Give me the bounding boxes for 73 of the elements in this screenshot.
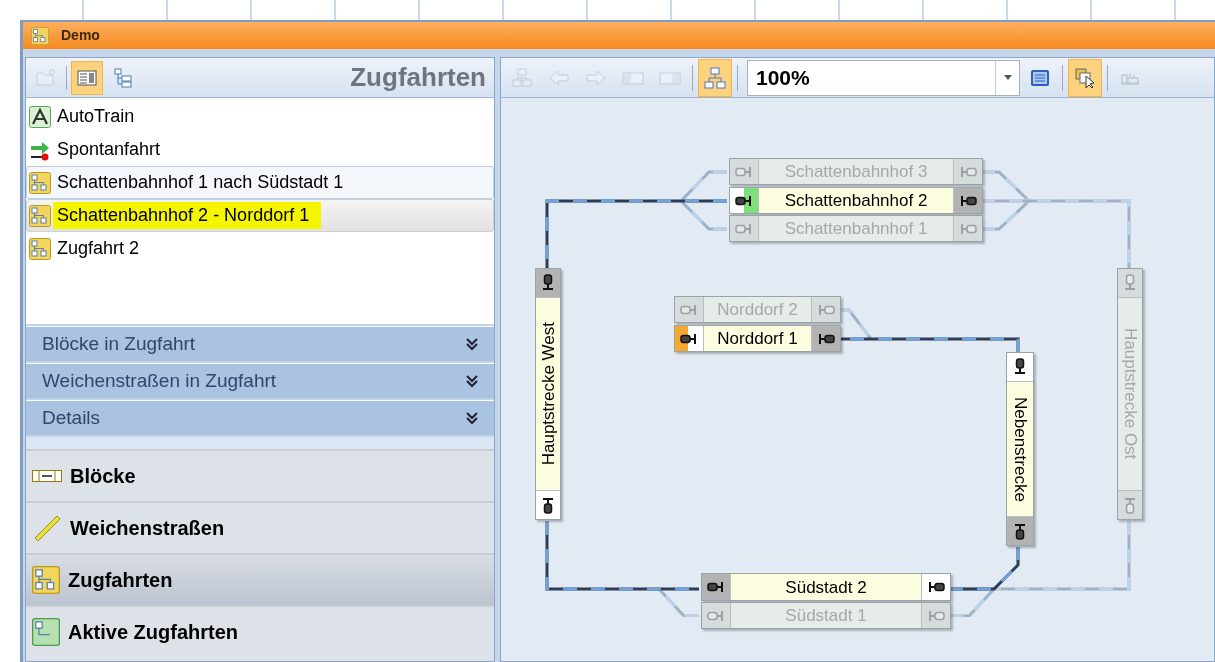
network-icon xyxy=(511,66,533,89)
buffer-stop-icon xyxy=(922,574,950,600)
buffer-stop-icon xyxy=(702,603,730,628)
hierarchy-icon xyxy=(704,66,726,89)
route-name: AutoTrain xyxy=(57,105,135,128)
panel-title: Zugfahrten xyxy=(350,61,487,94)
section-header[interactable]: Details xyxy=(26,400,494,435)
route-icon xyxy=(32,566,60,594)
route-list-item[interactable]: Spontanfahrt xyxy=(26,133,494,166)
toolbar-button[interactable] xyxy=(71,60,103,95)
buffer-stop-icon xyxy=(675,297,703,322)
buffer-stop-icon xyxy=(954,159,982,184)
route-name: Schattenbahnhof 2 - Norddorf 1 xyxy=(53,202,322,229)
block-label: Norddorf 2 xyxy=(717,301,798,318)
block-icon xyxy=(32,470,62,482)
folder-icon xyxy=(35,66,57,89)
track-block[interactable]: Hauptstrecke West xyxy=(535,268,561,520)
buffer-stop-icon xyxy=(702,574,730,600)
route-list-item[interactable]: Schattenbahnhof 1 nach Südstadt 1 xyxy=(26,166,494,199)
toolbar-button[interactable] xyxy=(698,58,732,97)
route-list-item[interactable]: Schattenbahnhof 2 - Norddorf 1 xyxy=(26,199,494,232)
tree-view-icon xyxy=(112,66,134,89)
zoom-combobox[interactable]: 100% xyxy=(747,59,1020,96)
block-label: Nebenstrecke xyxy=(1011,396,1029,502)
buffer-stop-icon xyxy=(1118,491,1142,519)
chevrons-down-icon xyxy=(466,374,478,388)
letter-a-icon xyxy=(29,105,51,128)
buffer-stop-icon xyxy=(1007,353,1033,381)
route-icon xyxy=(32,618,60,646)
route-name: Zugfahrt 2 xyxy=(57,237,140,260)
select-cursor-icon xyxy=(1074,66,1096,89)
buffer-stop-icon xyxy=(675,326,703,351)
route-icon xyxy=(29,171,51,194)
route-icon xyxy=(31,26,49,45)
buffer-stop-icon xyxy=(536,269,560,297)
section-header[interactable]: Weichenstraßen in Zugfahrt xyxy=(26,363,494,398)
buffer-stop-icon xyxy=(730,188,758,213)
nav-button[interactable]: Zugfahrten xyxy=(26,553,494,605)
route-name: Spontanfahrt xyxy=(57,138,161,161)
track-block[interactable]: Nebenstrecke xyxy=(1006,352,1034,546)
buffer-stop-icon xyxy=(730,159,758,184)
route-name: Schattenbahnhof 1 nach Südstadt 1 xyxy=(57,171,344,194)
dropdown-caret-icon xyxy=(1003,75,1012,80)
track-block[interactable]: Südstadt 2 xyxy=(701,573,951,601)
block-label: Schattenbahnhof 2 xyxy=(784,192,928,209)
ruler-icon xyxy=(32,513,62,543)
buffer-stop-icon xyxy=(812,297,840,322)
buffer-stop-icon xyxy=(1007,517,1033,545)
buffer-stop-icon xyxy=(954,188,982,213)
block-label: Südstadt 2 xyxy=(785,578,867,596)
block-label: Hauptstrecke Ost xyxy=(1121,328,1139,460)
chevrons-down-icon xyxy=(466,411,478,425)
block-label: Schattenbahnhof 3 xyxy=(784,163,928,180)
buffer-stop-icon xyxy=(730,216,758,241)
buffer-stop-icon xyxy=(954,216,982,241)
buffer-stop-icon xyxy=(536,491,560,519)
route-icon xyxy=(29,237,51,260)
block-label: Südstadt 1 xyxy=(785,607,867,624)
block-label: Hauptstrecke West xyxy=(539,322,557,466)
window-title: Demo xyxy=(61,26,100,45)
block-label: Schattenbahnhof 1 xyxy=(784,220,928,237)
route-list-item[interactable]: Zugfahrt 2 xyxy=(26,232,494,265)
buffer-stop-icon xyxy=(922,603,950,628)
chevrons-down-icon xyxy=(466,337,478,351)
track-block[interactable]: Schattenbahnhof 2 xyxy=(729,187,983,214)
route-icon xyxy=(29,204,51,227)
track-block[interactable]: Norddorf 1 xyxy=(674,325,841,352)
buffer-stop-icon xyxy=(812,326,840,351)
toolbar-button[interactable] xyxy=(1068,58,1102,97)
buffer-stop-icon xyxy=(1118,269,1142,297)
route-list-item[interactable]: AutoTrain xyxy=(26,100,494,133)
section-header[interactable]: Blöcke in Zugfahrt xyxy=(26,326,494,361)
block-label: Norddorf 1 xyxy=(717,330,798,347)
